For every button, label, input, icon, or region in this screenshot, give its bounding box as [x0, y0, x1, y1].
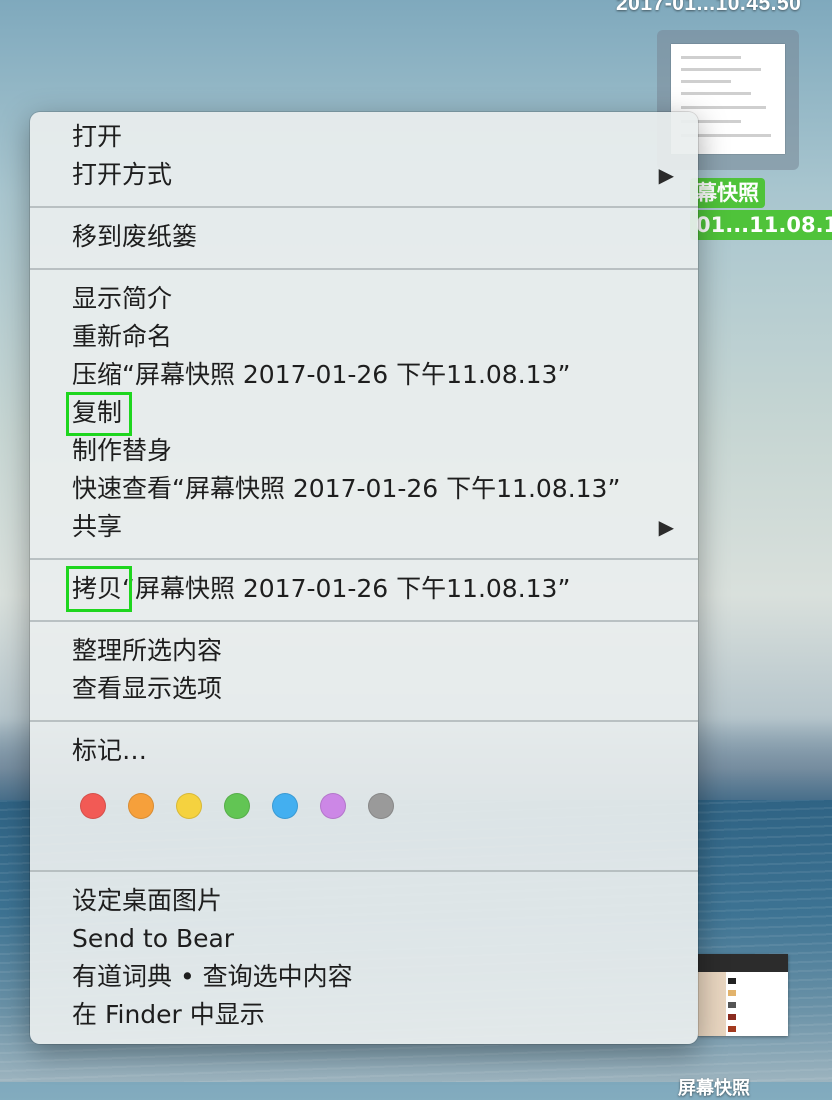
- menu-item-rename[interactable]: 重新命名: [72, 318, 678, 356]
- menu-item-label: 显示简介: [72, 284, 173, 313]
- desktop-file-label-top[interactable]: 2017-01...10.45.50: [616, 0, 801, 16]
- menu-item-label: 制作替身: [72, 436, 173, 465]
- tag-gray-dot[interactable]: [368, 793, 394, 819]
- desktop-file-label-bottom[interactable]: 屏幕快照: [678, 1074, 750, 1100]
- menu-item-share[interactable]: 共享 ▶: [72, 508, 678, 546]
- tag-blue-dot[interactable]: [272, 793, 298, 819]
- desktop-file-label-selected-line1[interactable]: 幕快照: [690, 178, 765, 208]
- menu-item-clean-up-selection[interactable]: 整理所选内容: [72, 632, 678, 670]
- menu-item-get-info[interactable]: 显示简介: [72, 280, 678, 318]
- menu-item-show-view-options[interactable]: 查看显示选项: [72, 670, 678, 708]
- menu-item-label: 打开方式: [72, 160, 173, 189]
- menu-item-tags[interactable]: 标记…: [72, 732, 678, 770]
- menu-item-label: 共享: [72, 512, 123, 541]
- tag-yellow-dot[interactable]: [176, 793, 202, 819]
- submenu-arrow-icon: ▶: [658, 163, 674, 187]
- menu-separator: [30, 558, 698, 560]
- menu-item-copy[interactable]: 拷贝“屏幕快照 2017-01-26 下午11.08.13”: [72, 570, 678, 608]
- desktop-file-label-selected-line2[interactable]: 01...11.08.13: [690, 210, 832, 240]
- tag-green-dot[interactable]: [224, 793, 250, 819]
- menu-item-label: 在 Finder 中显示: [72, 1000, 265, 1029]
- menu-item-move-to-trash[interactable]: 移到废纸篓: [72, 218, 678, 256]
- menu-item-send-to-bear[interactable]: Send to Bear: [72, 920, 678, 958]
- menu-item-label: 标记…: [72, 736, 148, 765]
- tag-orange-dot[interactable]: [128, 793, 154, 819]
- desktop-file-thumbnail-bottom[interactable]: [698, 954, 788, 1036]
- menu-separator: [30, 870, 698, 872]
- menu-item-label: 打开: [72, 122, 123, 151]
- menu-item-label: 设定桌面图片: [72, 886, 223, 915]
- menu-item-open-with[interactable]: 打开方式 ▶: [72, 156, 678, 194]
- context-menu: 打开 打开方式 ▶ 移到废纸篓 显示简介 重新命名 压缩“屏幕快照 2017-0…: [30, 112, 698, 1044]
- menu-item-make-alias[interactable]: 制作替身: [72, 432, 678, 470]
- menu-separator: [30, 620, 698, 622]
- menu-separator: [30, 268, 698, 270]
- menu-item-youdao-lookup[interactable]: 有道词典 • 查询选中内容: [72, 958, 678, 996]
- menu-item-label: 复制: [72, 398, 123, 427]
- menu-item-quick-look[interactable]: 快速查看“屏幕快照 2017-01-26 下午11.08.13”: [72, 470, 678, 508]
- menu-item-label: 拷贝“屏幕快照 2017-01-26 下午11.08.13”: [72, 574, 571, 603]
- menu-item-label: 有道词典 • 查询选中内容: [72, 962, 353, 991]
- menu-separator: [30, 206, 698, 208]
- menu-item-reveal-in-finder[interactable]: 在 Finder 中显示: [72, 996, 678, 1034]
- menu-item-label: Send to Bear: [72, 924, 235, 953]
- menu-item-label: 快速查看“屏幕快照 2017-01-26 下午11.08.13”: [72, 474, 621, 503]
- menu-item-label: 移到废纸篓: [72, 222, 198, 251]
- submenu-arrow-icon: ▶: [658, 515, 674, 539]
- menu-item-duplicate[interactable]: 复制: [72, 394, 678, 432]
- tag-red-dot[interactable]: [80, 793, 106, 819]
- menu-separator: [30, 720, 698, 722]
- menu-item-label: 重新命名: [72, 322, 173, 351]
- menu-item-label: 压缩“屏幕快照 2017-01-26 下午11.08.13”: [72, 360, 571, 389]
- menu-item-open[interactable]: 打开: [72, 118, 678, 156]
- menu-item-label: 整理所选内容: [72, 636, 223, 665]
- menu-item-set-desktop-picture[interactable]: 设定桌面图片: [72, 882, 678, 920]
- menu-item-compress[interactable]: 压缩“屏幕快照 2017-01-26 下午11.08.13”: [72, 356, 678, 394]
- menu-item-label: 查看显示选项: [72, 674, 223, 703]
- tag-purple-dot[interactable]: [320, 793, 346, 819]
